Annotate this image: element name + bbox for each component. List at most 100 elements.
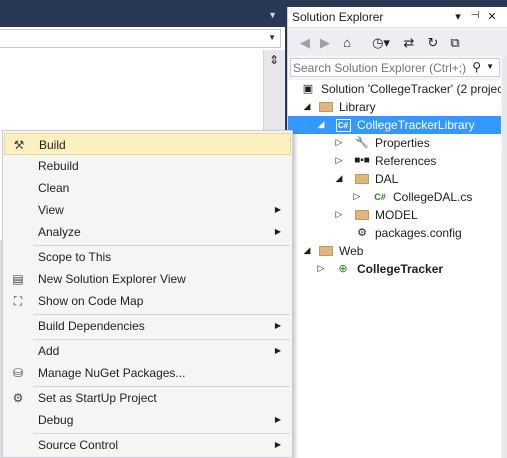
forward-icon[interactable]: ▶ <box>316 34 334 52</box>
menu-item-label: Show on Code Map <box>38 294 144 308</box>
menu-item-label: Analyze <box>38 225 81 239</box>
sync-icon[interactable]: ⇄ <box>400 34 418 52</box>
solution-explorer-toolbar: ◀ ▶ ⌂ ◷▾ ⇄ ↻ ⧉ <box>288 30 507 56</box>
menu-item-build[interactable]: ⚒ Build <box>4 133 291 155</box>
tree-node-label: Web <box>339 244 364 258</box>
menu-item-set-as-startup-project[interactable]: ⚙ Set as StartUp Project <box>4 387 291 409</box>
menu-item-new-solution-explorer-view[interactable]: ▤ New Solution Explorer View <box>4 268 291 290</box>
collapsed-arrow-icon[interactable]: ▷ <box>352 191 362 202</box>
tree-node-label: Solution 'CollegeTracker' (2 projects) <box>321 82 501 96</box>
tree-node-collegetracker[interactable]: ▷ ⊕ CollegeTracker <box>288 260 501 278</box>
menu-item-add[interactable]: Add ▶ <box>4 340 291 362</box>
search-input[interactable] <box>293 60 471 75</box>
search-options-dropdown-icon[interactable]: ▼ <box>486 62 494 71</box>
web-project-icon: ⊕ <box>338 263 348 275</box>
pin-icon[interactable]: ⊣ <box>468 10 482 21</box>
solution-tree: ▣ Solution 'CollegeTracker' (2 projects)… <box>288 80 501 458</box>
split-window-icon[interactable]: ⇕ <box>266 52 282 68</box>
menu-item-clean[interactable]: Clean <box>4 177 291 199</box>
menu-item-view[interactable]: View ▶ <box>4 199 291 221</box>
menu-item-show-on-code-map[interactable]: ⛶ Show on Code Map <box>4 290 291 312</box>
navigation-dropdown[interactable]: ▼ <box>0 29 281 48</box>
history-icon[interactable]: ◷▾ <box>368 34 394 52</box>
tree-node-label: packages.config <box>375 226 462 240</box>
menu-item-label: Add <box>38 344 60 358</box>
tree-node-label: CollegeDAL.cs <box>393 190 473 204</box>
menu-item-debug[interactable]: Debug ▶ <box>4 409 291 431</box>
menu-item-label: Rebuild <box>38 159 79 173</box>
tree-node-label: Library <box>339 100 376 114</box>
close-icon[interactable]: ✕ <box>485 10 499 23</box>
tree-node-dal[interactable]: ◢ DAL <box>288 170 501 188</box>
collapsed-arrow-icon[interactable]: ▷ <box>334 155 344 166</box>
menu-item-build-dependencies[interactable]: Build Dependencies ▶ <box>4 315 291 337</box>
solution-icon: ▣ <box>302 83 314 95</box>
refresh-icon[interactable]: ↻ <box>424 34 442 52</box>
menu-item-label: Scope to This <box>38 250 112 264</box>
search-icon[interactable]: ⚲ <box>472 60 481 74</box>
collapse-all-icon[interactable]: ⧉ <box>446 34 464 52</box>
code-map-icon: ⛶ <box>13 294 23 308</box>
submenu-arrow-icon: ▶ <box>274 227 281 236</box>
menu-item-manage-nuget-packages[interactable]: ⛁ Manage NuGet Packages... <box>4 362 291 384</box>
tree-node-label: MODEL <box>375 208 418 222</box>
references-icon: ■▪■ <box>354 155 370 166</box>
menu-item-label: Build Dependencies <box>38 319 145 333</box>
folder-icon <box>318 244 334 258</box>
folder-icon <box>354 208 370 222</box>
back-icon[interactable]: ◀ <box>296 34 314 52</box>
context-menu: ⚒ Build Rebuild Clean View ▶ Analyze ▶ S… <box>2 130 293 458</box>
tree-node-packages-config[interactable]: ⚙ packages.config <box>288 224 501 242</box>
config-file-icon: ⚙ <box>357 227 367 239</box>
expanded-arrow-icon[interactable]: ◢ <box>316 119 326 130</box>
menu-item-label: Source Control <box>38 438 119 452</box>
tree-node-web[interactable]: ◢ Web <box>288 242 501 260</box>
solution-explorer-titlebar: Solution Explorer ▾ ⊣ ✕ <box>288 7 507 28</box>
build-icon: ⚒ <box>13 138 25 152</box>
submenu-arrow-icon: ▶ <box>274 415 281 424</box>
menu-item-analyze[interactable]: Analyze ▶ <box>4 221 291 243</box>
window-position-dropdown-icon[interactable]: ▾ <box>451 10 465 23</box>
expanded-arrow-icon[interactable]: ◢ <box>302 245 312 256</box>
menu-item-source-control[interactable]: Source Control ▶ <box>4 434 291 456</box>
tree-node-model[interactable]: ▷ MODEL <box>288 206 501 224</box>
expanded-arrow-icon[interactable]: ◢ <box>302 101 312 112</box>
tree-node-label: DAL <box>375 172 399 186</box>
tree-node-solution[interactable]: ▣ Solution 'CollegeTracker' (2 projects) <box>288 80 501 98</box>
menu-item-label: Clean <box>38 181 70 195</box>
chevron-down-icon[interactable]: ▼ <box>268 33 276 42</box>
tab-dropdown-icon[interactable]: ▼ <box>268 10 277 20</box>
new-view-icon: ▤ <box>12 272 24 286</box>
menu-item-rebuild[interactable]: Rebuild <box>4 155 291 177</box>
tree-node-collegetrackerlibrary[interactable]: ◢ C# CollegeTrackerLibrary <box>288 116 501 134</box>
panel-title: Solution Explorer <box>292 10 384 24</box>
menu-item-label: Set as StartUp Project <box>38 391 157 405</box>
submenu-arrow-icon: ▶ <box>274 346 281 355</box>
tree-node-properties[interactable]: ▷ 🔧 Properties <box>288 134 501 152</box>
menu-item-label: Debug <box>38 413 74 427</box>
tree-node-references[interactable]: ▷ ■▪■ References <box>288 152 501 170</box>
menu-item-label: New Solution Explorer View <box>38 272 186 286</box>
collapsed-arrow-icon[interactable]: ▷ <box>316 263 326 274</box>
nuget-icon: ⛁ <box>12 366 24 380</box>
tree-node-collegedal-cs[interactable]: ▷ C# CollegeDAL.cs <box>288 188 501 206</box>
menu-item-scope-to-this[interactable]: Scope to This <box>4 246 291 268</box>
home-icon[interactable]: ⌂ <box>338 34 356 52</box>
collapsed-arrow-icon[interactable]: ▷ <box>334 137 344 148</box>
solution-explorer-panel: Solution Explorer ▾ ⊣ ✕ ◀ ▶ ⌂ ◷▾ ⇄ ↻ ⧉ ⚲… <box>287 7 507 458</box>
folder-icon <box>354 172 370 186</box>
collapsed-arrow-icon[interactable]: ▷ <box>334 209 344 220</box>
editor-tab-bar: ▼ <box>0 0 285 27</box>
submenu-arrow-icon: ▶ <box>274 440 281 449</box>
menu-item-label: View <box>38 203 64 217</box>
wrench-icon: 🔧 <box>355 137 369 149</box>
solution-search-box[interactable]: ⚲ ▼ <box>290 58 500 77</box>
submenu-arrow-icon: ▶ <box>274 205 281 214</box>
tree-node-library[interactable]: ◢ Library <box>288 98 501 116</box>
expanded-arrow-icon[interactable]: ◢ <box>334 173 344 184</box>
csharp-file-icon: C# <box>374 192 386 202</box>
csharp-project-icon: C# <box>335 118 351 132</box>
gear-icon: ⚙ <box>12 391 24 405</box>
tree-node-label: CollegeTracker <box>357 262 444 276</box>
tree-scrollbar[interactable] <box>502 56 507 458</box>
